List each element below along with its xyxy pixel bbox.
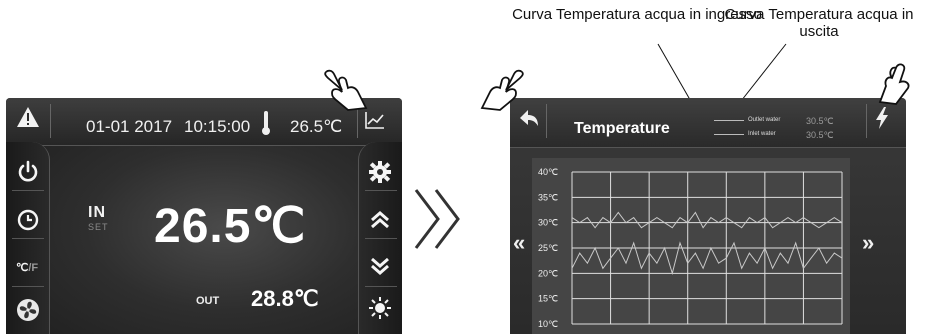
gear-icon[interactable] [368,160,392,184]
next-page-button[interactable]: » [862,230,874,256]
top-divider [50,104,51,138]
lightning-icon[interactable] [874,106,890,130]
prev-page-button[interactable]: « [513,230,525,256]
temperature-chart: 40℃ 35℃ 30℃ 25℃ 20℃ 15℃ 10℃ [538,167,843,329]
thermometer-icon [262,111,270,135]
y-tick-label: 20℃ [538,268,558,278]
set-temperature: 26.5℃ [154,200,307,253]
legend-outlet-value: 30.5℃ [806,116,834,126]
pointing-hand-icon [480,69,524,111]
main-screen: 01-01 2017 10:15:00 26.5℃ ℃/F IN SET 26.… [6,98,402,334]
double-chevron-right-icon [414,189,460,249]
out-temperature: 28.8℃ [251,286,319,311]
mode-in-label: IN [88,204,106,221]
chevron-up-icon[interactable] [368,208,392,232]
clock-icon[interactable] [16,208,40,232]
y-tick-label: 10℃ [538,319,558,329]
power-icon[interactable] [16,160,40,184]
sun-icon[interactable] [368,296,392,320]
temperature-top-bar [510,98,906,148]
chevron-down-icon[interactable] [368,254,392,278]
date-display: 01-01 2017 [86,117,173,136]
temperature-screen: Temperature Outlet water 30.5℃ Inlet wat… [510,98,906,334]
temperature-graph: 40℃ 35℃ 30℃ 25℃ 20℃ 15℃ 10℃ [532,158,850,334]
pointing-hand-icon [878,63,910,105]
outlet-water-series [571,211,843,229]
annotation-outlet-curve: Curva Temperatura acqua in uscita [724,6,914,40]
inlet-water-series [571,241,843,276]
y-tick-label: 35℃ [538,192,558,202]
unit-toggle-icon[interactable]: ℃/F [16,256,40,280]
set-label: SET [88,222,109,232]
y-tick-label: 15℃ [538,294,558,304]
out-label: OUT [196,295,220,307]
time-display: 10:15:00 [184,117,251,136]
warning-icon[interactable] [16,106,40,128]
legend-inlet-label: Inlet water [748,131,776,137]
y-tick-label: 30℃ [538,218,558,228]
y-tick-label: 40℃ [538,167,558,177]
legend-outlet-label: Outlet water [748,117,781,123]
legend-inlet-value: 30.5℃ [806,130,834,140]
temperature-title: Temperature [574,120,670,137]
ambient-temperature: 26.5℃ [290,117,343,136]
fan-icon[interactable] [16,298,40,322]
chart-icon[interactable] [364,110,386,130]
y-tick-label: 25℃ [538,243,558,253]
pointing-hand-icon [324,69,368,111]
